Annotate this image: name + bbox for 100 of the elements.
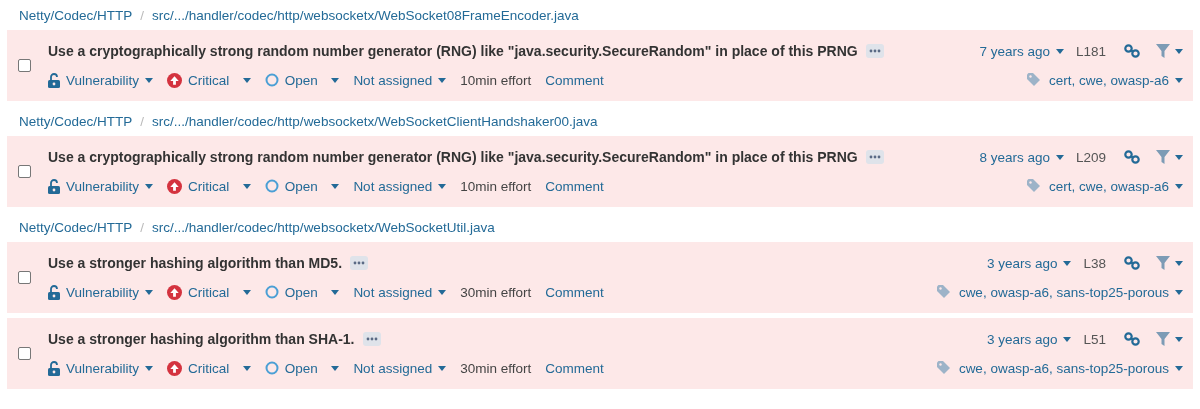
- effort-label: 30min effort: [460, 360, 532, 376]
- link-icon[interactable]: [1124, 256, 1140, 270]
- caret-icon: [242, 289, 251, 295]
- filter-dropdown[interactable]: [1156, 256, 1183, 270]
- more-button[interactable]: [362, 332, 381, 346]
- line-number[interactable]: L51: [1083, 331, 1106, 347]
- checkbox[interactable]: [18, 165, 31, 178]
- unlocked-padlock-icon: [48, 284, 60, 300]
- comment-link[interactable]: Comment: [545, 284, 604, 300]
- filter-icon: [1156, 44, 1170, 58]
- caret-icon: [331, 365, 340, 371]
- more-button[interactable]: [350, 256, 369, 270]
- type-dropdown[interactable]: Vulnerability: [48, 178, 154, 194]
- filter-icon: [1156, 332, 1170, 346]
- link-icon[interactable]: [1124, 150, 1140, 164]
- tags-dropdown[interactable]: cert, cwe, owasp-a6: [1026, 178, 1183, 194]
- age-dropdown[interactable]: 7 years ago: [979, 43, 1064, 59]
- component-link[interactable]: Netty/Codec/HTTP: [19, 7, 133, 23]
- checkbox[interactable]: [18, 271, 31, 284]
- tags-dropdown[interactable]: cwe, owasp-a6, sans-top25-porous: [936, 284, 1183, 300]
- status-dropdown[interactable]: Open: [264, 178, 340, 194]
- caret-icon: [145, 365, 154, 371]
- path-separator: /: [140, 219, 145, 235]
- tag-icon: [936, 285, 953, 299]
- line-number[interactable]: L209: [1075, 149, 1106, 165]
- tag-icon: [1026, 179, 1043, 193]
- filter-icon: [1156, 256, 1170, 270]
- more-button[interactable]: [865, 44, 884, 58]
- caret-icon: [145, 77, 154, 83]
- caret-icon: [1063, 260, 1072, 266]
- line-number[interactable]: L38: [1083, 255, 1106, 271]
- tags-dropdown[interactable]: cert, cwe, owasp-a6: [1026, 72, 1183, 88]
- more-button[interactable]: [865, 150, 884, 164]
- status-dropdown[interactable]: Open: [264, 72, 340, 88]
- assignee-dropdown[interactable]: Not assigned: [353, 284, 447, 300]
- file-path-link[interactable]: src/.../handler/codec/http/websocketx/WebSocketUtil.java: [152, 219, 495, 235]
- age-dropdown[interactable]: 3 years ago: [986, 255, 1072, 271]
- link-icon[interactable]: [1124, 44, 1140, 58]
- comment-link[interactable]: Comment: [545, 72, 604, 88]
- tag-icon: [936, 361, 953, 375]
- age-dropdown[interactable]: 3 years ago: [986, 331, 1072, 347]
- caret-icon: [145, 183, 154, 189]
- filter-dropdown[interactable]: [1156, 332, 1183, 346]
- issue-title[interactable]: Use a cryptographically strong random number generator (RNG) like "java.security.SecureRandom" in place of this PRNG: [48, 43, 858, 59]
- effort-label: 10min effort: [460, 72, 532, 88]
- circle-icon: [264, 361, 279, 375]
- status-dropdown[interactable]: Open: [264, 360, 340, 376]
- assignee-dropdown[interactable]: Not assigned: [353, 178, 447, 194]
- severity-dropdown[interactable]: Critical: [167, 284, 251, 300]
- effort-label: 30min effort: [460, 284, 532, 300]
- comment-link[interactable]: Comment: [545, 360, 604, 376]
- unlocked-padlock-icon: [48, 178, 60, 194]
- age-dropdown[interactable]: 8 years ago: [979, 149, 1064, 165]
- path-separator: /: [140, 7, 145, 23]
- type-dropdown[interactable]: Vulnerability: [48, 284, 154, 300]
- caret-icon: [438, 183, 447, 189]
- file-path-link[interactable]: src/.../handler/codec/http/websocketx/WebSocketClientHandshaker00.java: [152, 113, 598, 129]
- caret-icon: [1055, 154, 1064, 160]
- type-dropdown[interactable]: Vulnerability: [48, 360, 154, 376]
- assignee-dropdown[interactable]: Not assigned: [353, 360, 447, 376]
- tags-dropdown[interactable]: cwe, owasp-a6, sans-top25-porous: [936, 360, 1183, 376]
- filter-dropdown[interactable]: [1156, 44, 1183, 58]
- filter-icon: [1156, 150, 1170, 164]
- ellipsis-icon: [353, 261, 366, 265]
- issue-title[interactable]: Use a stronger hashing algorithm than MD5.: [48, 255, 343, 271]
- caret-icon: [1175, 183, 1183, 189]
- link-icon[interactable]: [1124, 332, 1140, 346]
- comment-link[interactable]: Comment: [545, 178, 604, 194]
- arrow-up-circle-icon: [167, 284, 183, 300]
- checkbox[interactable]: [18, 59, 31, 72]
- issue-title[interactable]: Use a cryptographically strong random number generator (RNG) like "java.security.SecureRandom" in place of this PRNG: [48, 149, 858, 165]
- arrow-up-circle-icon: [167, 178, 183, 194]
- unlocked-padlock-icon: [48, 72, 60, 88]
- circle-icon: [264, 73, 279, 87]
- caret-icon: [242, 77, 251, 83]
- caret-icon: [438, 77, 447, 83]
- caret-icon: [331, 289, 340, 295]
- checkbox[interactable]: [18, 347, 31, 360]
- severity-dropdown[interactable]: Critical: [167, 72, 251, 88]
- component-link[interactable]: Netty/Codec/HTTP: [19, 113, 133, 129]
- caret-icon: [438, 289, 447, 295]
- caret-icon: [1175, 289, 1183, 295]
- caret-icon: [242, 183, 251, 189]
- caret-icon: [1055, 48, 1064, 54]
- file-path-link[interactable]: src/.../handler/codec/http/websocketx/WebSocket08FrameEncoder.java: [152, 7, 579, 23]
- filter-dropdown[interactable]: [1156, 150, 1183, 164]
- severity-dropdown[interactable]: Critical: [167, 360, 251, 376]
- status-dropdown[interactable]: Open: [264, 284, 340, 300]
- caret-icon: [1175, 48, 1183, 54]
- caret-icon: [331, 77, 340, 83]
- caret-icon: [331, 183, 340, 189]
- caret-icon: [438, 365, 447, 371]
- line-number[interactable]: L181: [1075, 43, 1106, 59]
- type-dropdown[interactable]: Vulnerability: [48, 72, 154, 88]
- arrow-up-circle-icon: [167, 72, 183, 88]
- severity-dropdown[interactable]: Critical: [167, 178, 251, 194]
- assignee-dropdown[interactable]: Not assigned: [353, 72, 447, 88]
- circle-icon: [264, 285, 279, 299]
- issue-title[interactable]: Use a stronger hashing algorithm than SHA-1.: [48, 331, 355, 347]
- component-link[interactable]: Netty/Codec/HTTP: [19, 219, 133, 235]
